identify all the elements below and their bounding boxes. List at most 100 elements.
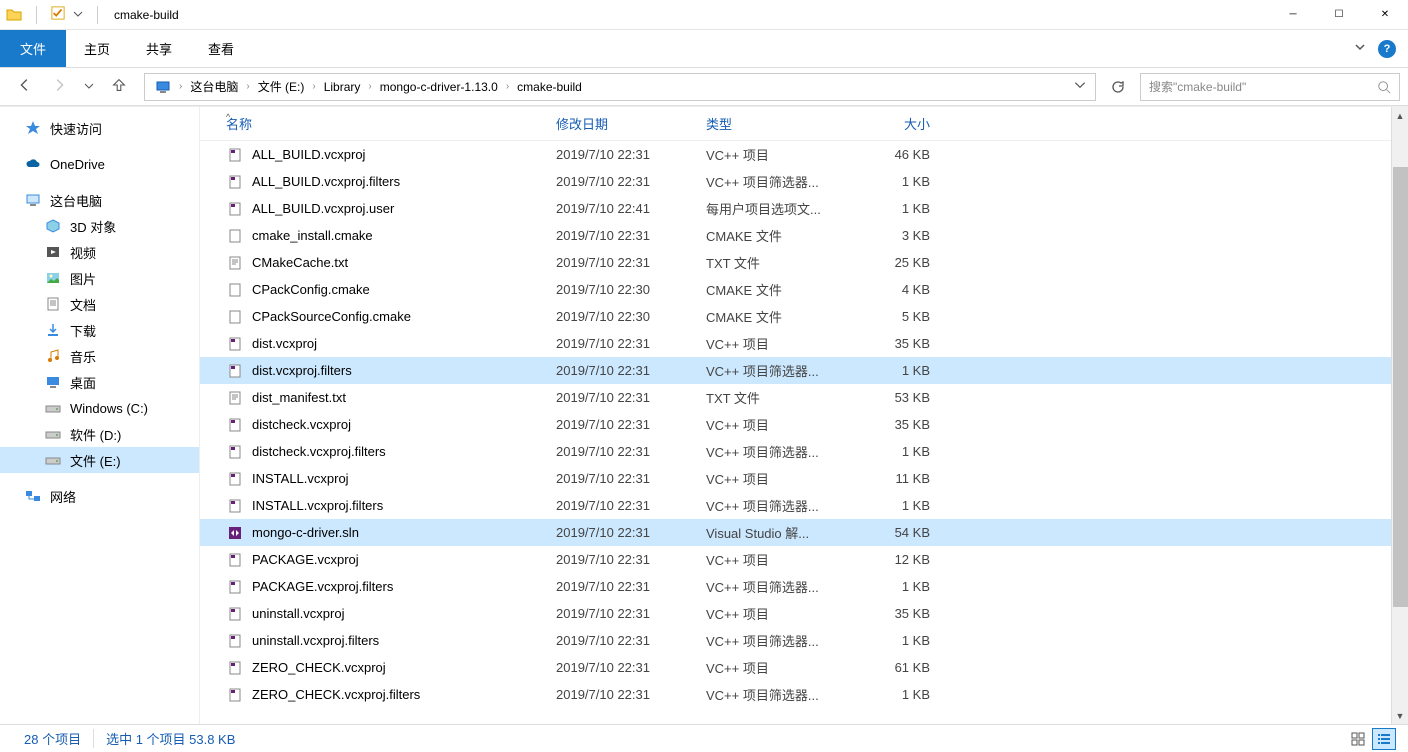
file-icon bbox=[226, 443, 244, 461]
sidebar-label: 这台电脑 bbox=[50, 191, 102, 210]
tab-file[interactable]: 文件 bbox=[0, 30, 66, 67]
column-header-size[interactable]: 大小 bbox=[848, 114, 938, 133]
file-name: PACKAGE.vcxproj.filters bbox=[252, 579, 393, 594]
ribbon-expand-icon[interactable] bbox=[1354, 41, 1366, 56]
tab-home[interactable]: 主页 bbox=[66, 30, 128, 67]
sidebar-item[interactable]: 图片 bbox=[0, 265, 199, 291]
file-date: 2019/7/10 22:31 bbox=[548, 174, 698, 189]
column-header-date[interactable]: 修改日期 bbox=[548, 114, 698, 133]
column-header-type[interactable]: 类型 bbox=[698, 114, 848, 133]
sidebar-item[interactable]: Windows (C:) bbox=[0, 395, 199, 421]
nav-up-button[interactable] bbox=[110, 76, 128, 97]
sidebar-item[interactable]: 文档 bbox=[0, 291, 199, 317]
file-row[interactable]: INSTALL.vcxproj.filters2019/7/10 22:31VC… bbox=[200, 492, 1408, 519]
sidebar-item[interactable]: 桌面 bbox=[0, 369, 199, 395]
breadcrumb-item[interactable]: 文件 (E:) bbox=[252, 74, 311, 100]
column-headers: 名称 修改日期 类型 大小 bbox=[200, 107, 1408, 141]
file-row[interactable]: uninstall.vcxproj.filters2019/7/10 22:31… bbox=[200, 627, 1408, 654]
sidebar-item[interactable]: 视频 bbox=[0, 239, 199, 265]
file-name: ZERO_CHECK.vcxproj bbox=[252, 660, 386, 675]
window-maximize-button[interactable]: ☐ bbox=[1316, 0, 1362, 30]
scrollbar-thumb[interactable] bbox=[1393, 167, 1408, 607]
window-title: cmake-build bbox=[110, 8, 179, 22]
file-icon bbox=[226, 605, 244, 623]
window-minimize-button[interactable]: ─ bbox=[1270, 0, 1316, 30]
file-date: 2019/7/10 22:31 bbox=[548, 579, 698, 594]
sidebar-item[interactable]: 文件 (E:) bbox=[0, 447, 199, 473]
refresh-button[interactable] bbox=[1104, 73, 1132, 101]
file-type: VC++ 项目筛选器... bbox=[698, 361, 848, 380]
qat-dropdown-icon[interactable] bbox=[73, 8, 83, 22]
file-name: mongo-c-driver.sln bbox=[252, 525, 359, 540]
file-row[interactable]: ZERO_CHECK.vcxproj.filters 2019/7/10 22:3… bbox=[200, 681, 1408, 708]
file-row[interactable]: CPackSourceConfig.cmake2019/7/10 22:30CM… bbox=[200, 303, 1408, 330]
scroll-down-arrow-icon[interactable]: ▼ bbox=[1392, 707, 1408, 724]
column-header-name[interactable]: 名称 bbox=[218, 114, 548, 133]
view-large-icons-button[interactable] bbox=[1346, 728, 1370, 750]
sidebar-item-label: 3D 对象 bbox=[70, 217, 116, 236]
file-name: ALL_BUILD.vcxproj.filters bbox=[252, 174, 400, 189]
file-row[interactable]: ZERO_CHECK.vcxproj2019/7/10 22:31VC++ 项目… bbox=[200, 654, 1408, 681]
file-size: 35 KB bbox=[848, 606, 938, 621]
file-name: ZERO_CHECK.vcxproj.filters bbox=[252, 687, 420, 702]
file-type: CMAKE 文件 bbox=[698, 280, 848, 299]
nav-back-button[interactable] bbox=[16, 76, 34, 97]
sidebar-quick-access[interactable]: 快速访问 bbox=[0, 115, 199, 141]
file-date: 2019/7/10 22:41 bbox=[548, 201, 698, 216]
scroll-up-arrow-icon[interactable]: ▲ bbox=[1392, 107, 1408, 124]
window-close-button[interactable]: ✕ bbox=[1362, 0, 1408, 30]
file-row[interactable]: ALL_BUILD.vcxproj.filters 2019/7/10 22:31… bbox=[200, 168, 1408, 195]
breadcrumb-item[interactable]: Library bbox=[318, 74, 367, 100]
file-row[interactable]: dist_manifest.txt2019/7/10 22:31TXT 文件53… bbox=[200, 384, 1408, 411]
drive-icon bbox=[44, 425, 62, 443]
file-row[interactable]: ALL_BUILD.vcxproj.user2019/7/10 22:41每用户… bbox=[200, 195, 1408, 222]
sidebar-item-label: Windows (C:) bbox=[70, 401, 148, 416]
breadcrumb-item[interactable]: cmake-build bbox=[511, 74, 588, 100]
sidebar-item[interactable]: 软件 (D:) bbox=[0, 421, 199, 447]
file-row[interactable]: cmake_install.cmake2019/7/10 22:31CMAKE … bbox=[200, 222, 1408, 249]
sidebar-onedrive[interactable]: OneDrive bbox=[0, 151, 199, 177]
sidebar-this-pc[interactable]: 这台电脑 bbox=[0, 187, 199, 213]
sidebar-item[interactable]: 下载 bbox=[0, 317, 199, 343]
breadcrumb-item[interactable]: 这台电脑 bbox=[184, 74, 244, 100]
file-name: ALL_BUILD.vcxproj bbox=[252, 147, 365, 162]
tab-view[interactable]: 查看 bbox=[190, 30, 252, 67]
help-icon[interactable]: ? bbox=[1378, 40, 1396, 58]
breadcrumb-item[interactable]: mongo-c-driver-1.13.0 bbox=[374, 74, 504, 100]
3d-icon bbox=[44, 217, 62, 235]
file-size: 1 KB bbox=[848, 579, 938, 594]
file-size: 4 KB bbox=[848, 282, 938, 297]
view-details-button[interactable] bbox=[1372, 728, 1396, 750]
tab-share[interactable]: 共享 bbox=[128, 30, 190, 67]
file-type: VC++ 项目 bbox=[698, 604, 848, 623]
breadcrumb[interactable]: › 这台电脑 › 文件 (E:) › Library › mongo-c-dri… bbox=[144, 73, 1096, 101]
file-date: 2019/7/10 22:31 bbox=[548, 687, 698, 702]
breadcrumb-dropdown-icon[interactable] bbox=[1073, 78, 1087, 95]
search-input[interactable]: 搜索"cmake-build" bbox=[1140, 73, 1400, 101]
sidebar-item-label: 下载 bbox=[70, 321, 96, 340]
file-row[interactable]: INSTALL.vcxproj2019/7/10 22:31VC++ 项目11 … bbox=[200, 465, 1408, 492]
file-row[interactable]: CPackConfig.cmake2019/7/10 22:30CMAKE 文件… bbox=[200, 276, 1408, 303]
file-date: 2019/7/10 22:31 bbox=[548, 498, 698, 513]
file-row[interactable]: ALL_BUILD.vcxproj2019/7/10 22:31VC++ 项目4… bbox=[200, 141, 1408, 168]
breadcrumb-pc-icon[interactable] bbox=[149, 74, 177, 100]
sidebar-item[interactable]: 3D 对象 bbox=[0, 213, 199, 239]
qat-checkbox-icon[interactable] bbox=[51, 6, 65, 23]
file-row[interactable]: CMakeCache.txt2019/7/10 22:31TXT 文件25 KB bbox=[200, 249, 1408, 276]
nav-history-dropdown-icon[interactable] bbox=[84, 80, 94, 94]
file-row[interactable]: distcheck.vcxproj2019/7/10 22:31VC++ 项目3… bbox=[200, 411, 1408, 438]
file-row[interactable]: distcheck.vcxproj.filters2019/7/10 22:31… bbox=[200, 438, 1408, 465]
vertical-scrollbar[interactable]: ▲ ▼ bbox=[1391, 107, 1408, 724]
file-row[interactable]: dist.vcxproj.filters2019/7/10 22:31VC++ … bbox=[200, 357, 1408, 384]
sidebar-item[interactable]: 音乐 bbox=[0, 343, 199, 369]
sidebar-network[interactable]: 网络 bbox=[0, 483, 199, 509]
nav-forward-button[interactable] bbox=[50, 76, 68, 97]
file-row[interactable]: dist.vcxproj2019/7/10 22:31VC++ 项目35 KB bbox=[200, 330, 1408, 357]
file-row[interactable]: uninstall.vcxproj2019/7/10 22:31VC++ 项目3… bbox=[200, 600, 1408, 627]
file-icon bbox=[226, 335, 244, 353]
file-row[interactable]: PACKAGE.vcxproj.filters2019/7/10 22:31VC… bbox=[200, 573, 1408, 600]
downloads-icon bbox=[44, 321, 62, 339]
file-row[interactable]: mongo-c-driver.sln2019/7/10 22:31Visual … bbox=[200, 519, 1408, 546]
file-row[interactable]: PACKAGE.vcxproj2019/7/10 22:31VC++ 项目12 … bbox=[200, 546, 1408, 573]
video-icon bbox=[44, 243, 62, 261]
